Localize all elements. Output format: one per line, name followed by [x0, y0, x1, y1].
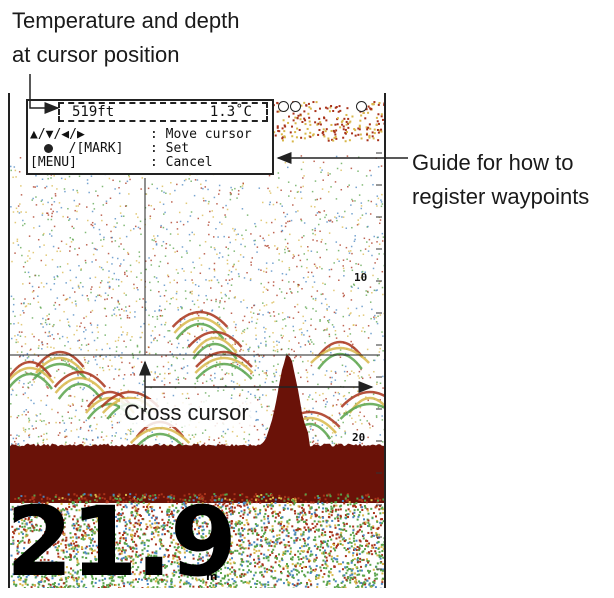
guide-separator: : [150, 141, 158, 156]
guide-row-cancel: [MENU]: Cancel [30, 156, 213, 170]
guide-key-text: /[MARK] [53, 141, 123, 156]
guide-action: Move cursor [166, 127, 252, 142]
callout-temperature-depth-line2: at cursor position [12, 38, 240, 72]
knob-icon [44, 144, 53, 153]
cursor-temperature-value: 1.3˚C [210, 104, 252, 120]
depth-readout: 21.9 [6, 494, 235, 590]
status-icon [356, 101, 367, 112]
cross-cursor-label: Cross cursor [120, 399, 253, 427]
depth-unit: m [206, 570, 217, 583]
guide-action: Set [166, 141, 189, 156]
guide-key: ▲/▼/◀/▶ [30, 128, 150, 142]
guide-key: [MENU] [30, 156, 150, 170]
cursor-info-box: 519ft 1.3˚C ▲/▼/◀/▶: Move cursor /[MARK]… [26, 99, 274, 175]
status-icon [278, 101, 289, 112]
guide-row-set: /[MARK]: Set [30, 142, 189, 156]
cursor-readout: 519ft 1.3˚C [58, 102, 268, 122]
guide-action: Cancel [166, 155, 213, 170]
guide-separator: : [150, 127, 158, 142]
callout-guide-line1: Guide for how to [412, 146, 589, 180]
guide-separator: : [150, 155, 158, 170]
guide-row-move: ▲/▼/◀/▶: Move cursor [30, 128, 252, 142]
callout-guide-line2: register waypoints [412, 180, 589, 214]
guide-key: /[MARK] [30, 142, 150, 156]
callout-temperature-depth-line1: Temperature and depth [12, 4, 240, 38]
cursor-depth-value: 519ft [72, 104, 114, 120]
status-icon [290, 101, 301, 112]
depth-scale-label: 10 [354, 271, 367, 284]
depth-scale-label: 20 [352, 431, 365, 444]
callout-guide: Guide for how to register waypoints [412, 146, 589, 214]
callout-temperature-depth: Temperature and depth at cursor position [12, 4, 240, 72]
